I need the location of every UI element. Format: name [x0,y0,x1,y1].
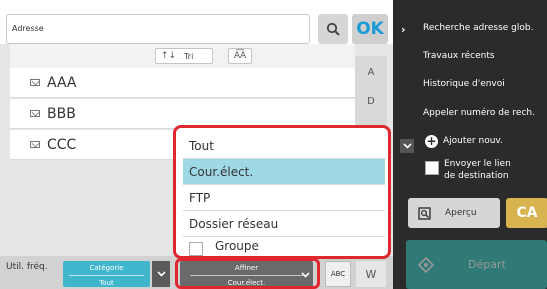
email-icon [30,110,40,117]
frequent-use-button[interactable]: Util. fréq. [6,262,56,273]
w-button[interactable]: W [356,261,386,287]
abc-button[interactable]: ABC [325,261,351,287]
search-icon [326,22,340,36]
sort-label: Tri [184,51,194,61]
list-item-label: CCC [47,136,77,153]
add-new-item[interactable]: Ajouter nouv. [443,136,503,146]
dropdown-option-ftp[interactable]: FTP [183,185,385,211]
call-search-number-item[interactable]: Appeler numéro de rech. [423,108,535,118]
address-field[interactable]: Adresse [6,14,310,44]
search-button[interactable] [318,14,348,44]
preview-label: Aperçu [445,208,477,218]
refine-highlight [175,258,320,289]
chevron-down-icon [156,271,166,277]
address-placeholder: Adresse [12,24,44,33]
global-address-search-item[interactable]: Recherche adresse glob. [423,23,533,33]
clear-all-button[interactable]: CA [506,198,547,228]
list-item-label: AAA [47,74,77,91]
dropdown-option-dossier-reseau[interactable]: Dossier réseau [183,211,385,237]
dropdown-option-groupe[interactable]: Groupe [183,237,385,255]
send-history-item[interactable]: Historique d'envoi [423,79,505,89]
ok-button[interactable]: OK [352,14,388,44]
email-icon [30,79,40,86]
start-label: Départ [468,258,506,271]
start-button[interactable]: Départ [406,240,547,289]
category-selector[interactable]: Catégorie Tout [63,261,150,287]
send-link-label: Envoyer le lien de destination [444,158,511,182]
category-divider [69,275,144,276]
chevron-right-icon[interactable]: › [401,23,406,36]
category-value: Tout [99,279,114,287]
recent-jobs-item[interactable]: Travaux récents [423,51,495,61]
plus-icon: + [425,134,438,148]
sort-button[interactable]: ↑↓ Tri [155,48,213,64]
index-letter-a[interactable]: A [355,67,387,78]
dropdown-option-cour-elect[interactable]: Cour.élect. [183,159,385,185]
display-toggle-button[interactable]: A͞A [228,48,252,64]
chevron-down-icon[interactable] [400,139,414,153]
email-icon [30,141,40,148]
preview-icon [418,206,431,220]
send-link-checkbox[interactable] [425,161,439,175]
category-dropdown-button[interactable] [152,261,170,287]
dropdown-option-tout[interactable]: Tout [183,133,385,159]
index-letter-d[interactable]: D [355,96,387,107]
start-icon [418,256,434,273]
preview-button[interactable]: Aperçu [408,198,500,228]
category-title: Catégorie [89,264,124,272]
sort-order-icon: ↑↓ [161,51,177,61]
send-link-line-1: Envoyer le lien [444,159,511,169]
send-link-line-2: de destination [444,171,509,181]
list-item-label: BBB [47,105,76,122]
list-item[interactable]: AAA [10,68,355,98]
groupe-checkbox[interactable] [189,242,203,256]
